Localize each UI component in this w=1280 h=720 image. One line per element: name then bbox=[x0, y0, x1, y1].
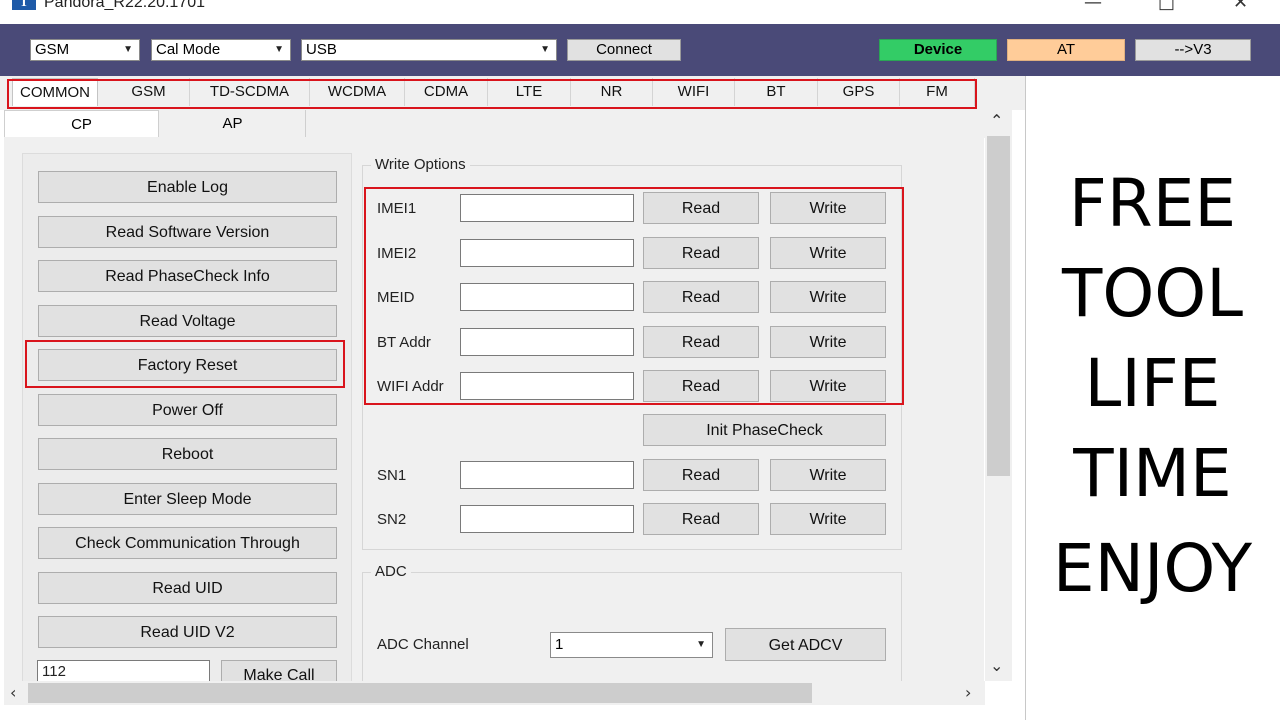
cal-mode-select[interactable]: Cal Mode ▼ bbox=[151, 39, 291, 61]
device-button[interactable]: Device bbox=[879, 39, 997, 61]
chevron-down-icon: ▼ bbox=[540, 44, 550, 55]
enable-log-button[interactable]: Enable Log bbox=[38, 171, 337, 203]
sn2-read-button[interactable]: Read bbox=[643, 503, 759, 535]
read-software-version-button[interactable]: Read Software Version bbox=[38, 216, 337, 248]
sn2-write-button[interactable]: Write bbox=[770, 503, 886, 535]
read-uid-button[interactable]: Read UID bbox=[38, 572, 337, 604]
vertical-scroll-thumb[interactable] bbox=[987, 136, 1010, 476]
sn2-input[interactable] bbox=[460, 505, 634, 533]
horizontal-scroll-thumb[interactable] bbox=[28, 683, 812, 703]
chevron-down-icon: ▼ bbox=[696, 639, 706, 650]
power-off-button[interactable]: Power Off bbox=[38, 394, 337, 426]
scroll-left-icon[interactable]: ‹ bbox=[10, 683, 16, 702]
app-icon: T bbox=[12, 0, 36, 10]
overlay-line-time: TIME bbox=[1073, 435, 1232, 512]
sn2-label: SN2 bbox=[377, 511, 407, 528]
window-title: Pandora_R22.20.1701 bbox=[44, 0, 206, 11]
scroll-up-icon[interactable]: ⌃ bbox=[990, 111, 1003, 130]
read-phasecheck-info-button[interactable]: Read PhaseCheck Info bbox=[38, 260, 337, 292]
overlay-line-life: LIFE bbox=[1084, 345, 1221, 422]
sn1-write-button[interactable]: Write bbox=[770, 459, 886, 491]
cal-mode-select-value: Cal Mode bbox=[156, 41, 221, 58]
chevron-down-icon: ▼ bbox=[123, 44, 133, 55]
subtab-cp[interactable]: CP bbox=[4, 110, 159, 138]
at-button[interactable]: AT bbox=[1007, 39, 1125, 61]
sn1-input[interactable] bbox=[460, 461, 634, 489]
adc-title: ADC bbox=[371, 563, 411, 580]
init-phasecheck-button[interactable]: Init PhaseCheck bbox=[643, 414, 886, 446]
overlay-line-tool: TOOL bbox=[1062, 255, 1243, 332]
sn1-read-button[interactable]: Read bbox=[643, 459, 759, 491]
highlight-box-tabs bbox=[7, 79, 977, 109]
adc-channel-select-value: 1 bbox=[555, 636, 564, 653]
overlay-line-enjoy: ENJOY bbox=[1052, 530, 1253, 607]
mode-select[interactable]: GSM ▼ bbox=[30, 39, 140, 61]
check-communication-through-button[interactable]: Check Communication Through bbox=[38, 527, 337, 559]
highlight-box-factory-reset bbox=[25, 340, 345, 388]
app-window: T Pandora_R22.20.1701 — □ ✕ GSM ▼ Cal Mo… bbox=[0, 0, 1280, 720]
sn1-label: SN1 bbox=[377, 467, 407, 484]
connect-button[interactable]: Connect bbox=[567, 39, 681, 61]
close-button[interactable]: ✕ bbox=[1233, 0, 1248, 13]
read-uid-v2-button[interactable]: Read UID V2 bbox=[38, 616, 337, 648]
adc-channel-label: ADC Channel bbox=[377, 636, 469, 653]
maximize-button[interactable]: □ bbox=[1158, 0, 1175, 13]
port-select[interactable]: USB ▼ bbox=[301, 39, 557, 61]
write-options-title: Write Options bbox=[371, 156, 470, 173]
overlay-line-free: FREE bbox=[1068, 165, 1237, 242]
enter-sleep-mode-button[interactable]: Enter Sleep Mode bbox=[38, 483, 337, 515]
port-select-value: USB bbox=[306, 41, 337, 58]
mode-select-value: GSM bbox=[35, 41, 70, 58]
reboot-button[interactable]: Reboot bbox=[38, 438, 337, 470]
scroll-right-icon[interactable]: › bbox=[965, 683, 971, 702]
minimize-button[interactable]: — bbox=[1084, 0, 1102, 13]
scroll-down-icon[interactable]: ⌄ bbox=[990, 656, 1003, 675]
chevron-down-icon: ▼ bbox=[274, 44, 284, 55]
highlight-box-write-fields bbox=[364, 187, 904, 405]
get-adcv-button[interactable]: Get ADCV bbox=[725, 628, 886, 661]
adc-channel-select[interactable]: 1 ▼ bbox=[550, 632, 713, 658]
subtab-ap[interactable]: AP bbox=[160, 110, 306, 138]
switch-v3-button[interactable]: -->V3 bbox=[1135, 39, 1251, 61]
read-voltage-button[interactable]: Read Voltage bbox=[38, 305, 337, 337]
